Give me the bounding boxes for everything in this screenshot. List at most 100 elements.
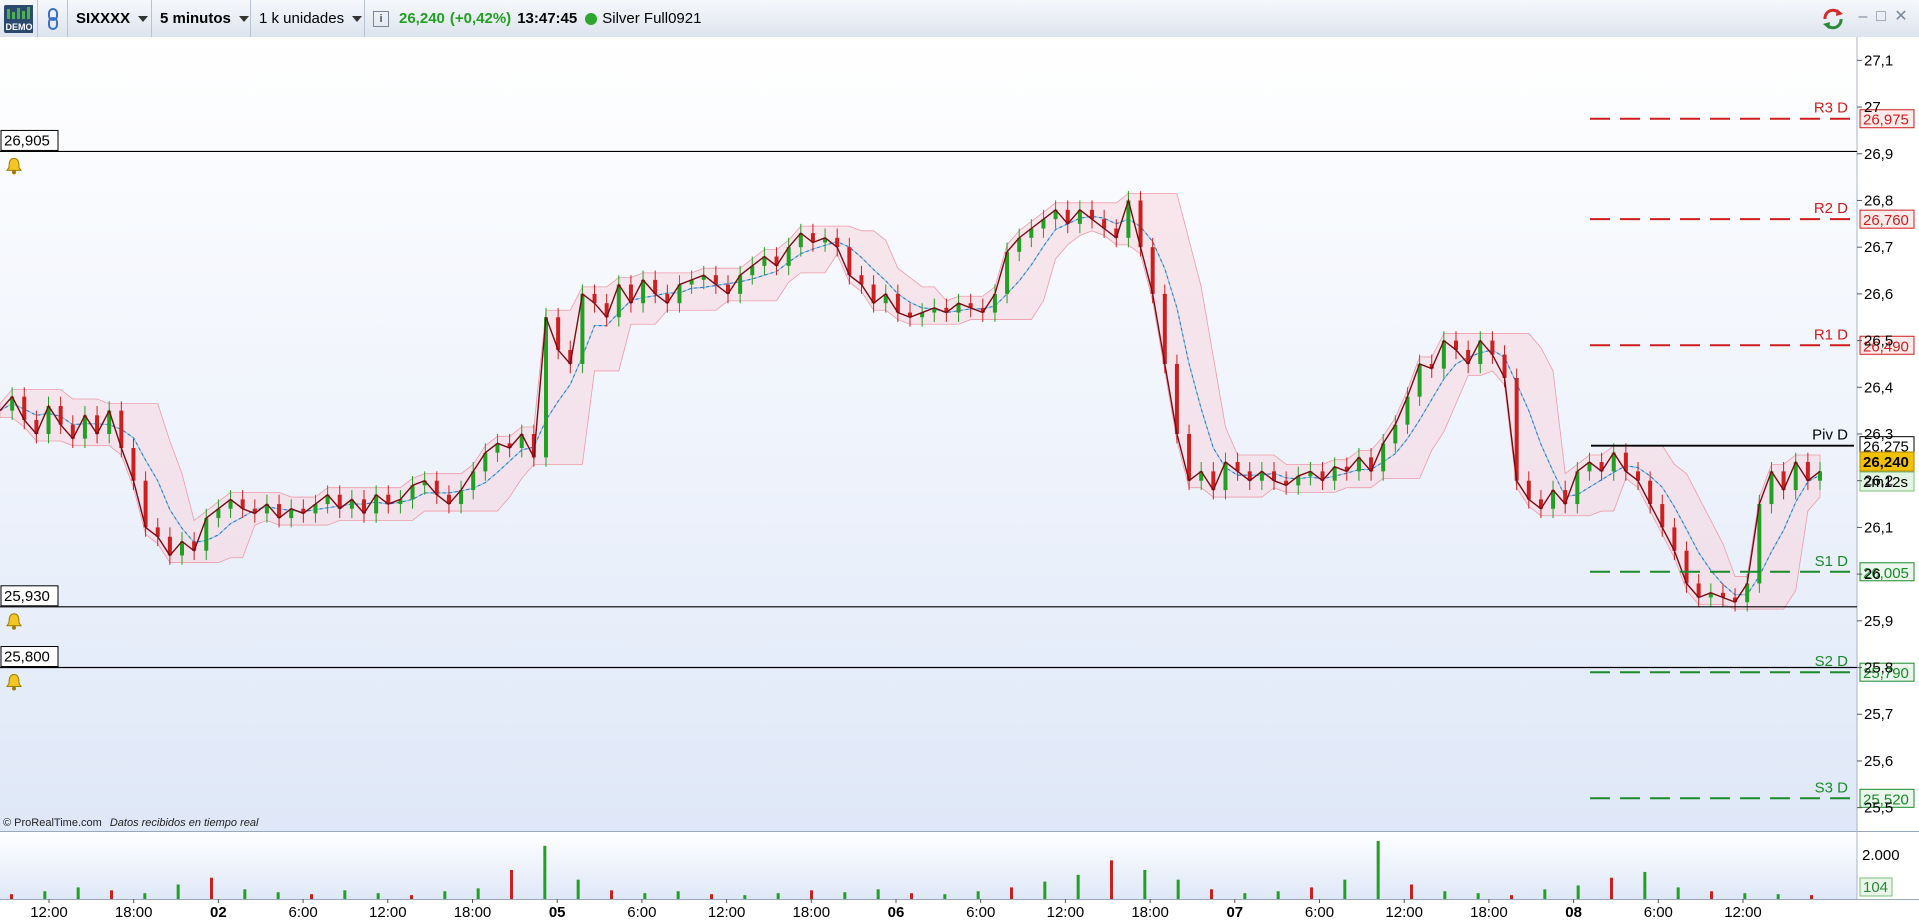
volume-bar [476, 888, 480, 899]
units-selector[interactable]: 1 k unidades [251, 0, 365, 37]
volume-last-value: 104 [1863, 879, 1888, 896]
minimize-icon[interactable]: – [1855, 9, 1871, 25]
volume-bar [1110, 860, 1113, 899]
alert-value: 25,930 [4, 588, 50, 605]
refresh-icon [1823, 8, 1843, 30]
time-tick-label: 07 [1226, 904, 1243, 921]
volume-bar [1543, 889, 1547, 899]
price-tick-label: 25,7 [1864, 706, 1893, 723]
bell-clapper [12, 625, 16, 630]
timeframe-label: 5 minutos [160, 10, 231, 27]
volume-bar [1010, 887, 1013, 899]
level-value-r2: 26,760 [1863, 212, 1909, 229]
volume-bar [1343, 879, 1347, 899]
volume-bar [276, 892, 280, 899]
price-tick-label: 26,4 [1864, 379, 1893, 396]
link-button[interactable] [38, 0, 68, 37]
volume-bar [610, 890, 613, 899]
level-label-r3: R3 D [1814, 100, 1848, 117]
time-axis: 12:00 18:00 02 6:00 12:00 18:00 05 6:00 12:00 18:… [0, 899, 1919, 921]
volume-bar [676, 891, 680, 899]
level-label-s1: S1 D [1815, 553, 1849, 570]
demo-label: DEMO [6, 22, 33, 32]
last-price: 26,240 [399, 10, 445, 27]
volume-bar [1276, 891, 1280, 899]
price-tick-label: 25,6 [1864, 753, 1893, 770]
time-tick-label: 02 [210, 904, 227, 921]
current-price-value: 26,240 [1863, 454, 1909, 471]
instrument-selector[interactable]: SIXXXX [68, 0, 152, 37]
time-tick-label: 05 [549, 904, 566, 921]
volume-bar [1443, 891, 1447, 899]
volume-bar [1676, 887, 1680, 899]
volume-bar [1376, 841, 1380, 899]
time-tick-label: 18:00 [1131, 904, 1169, 921]
volume-bar [1576, 885, 1580, 899]
volume-bar [843, 892, 847, 899]
demo-badge[interactable]: DEMO [0, 0, 38, 37]
chevron-down-icon [138, 15, 149, 22]
volume-bar [176, 884, 180, 899]
volume-bar [43, 891, 47, 899]
volume-bar [976, 891, 980, 899]
bell-clapper [12, 686, 16, 691]
units-label: 1 k unidades [259, 10, 345, 27]
volume-bar [1710, 891, 1713, 899]
price-tick-label: 26,1 [1864, 519, 1893, 536]
price-tick-label: 27 [1864, 99, 1881, 116]
time-tick-label: 12:00 [30, 904, 68, 921]
volume-bar [1176, 879, 1180, 899]
price-tick-label: 25,5 [1864, 800, 1893, 817]
time-tick-label: 18:00 [793, 904, 831, 921]
demo-icon: DEMO [4, 4, 33, 33]
price-tick-label: 27,1 [1864, 52, 1893, 69]
time-tick-label: 12:00 [708, 904, 746, 921]
volume-bar [1143, 870, 1147, 899]
timeframe-selector[interactable]: 5 minutos [152, 0, 251, 37]
chart-background [0, 37, 1857, 831]
time-tick-label: 6:00 [1644, 904, 1673, 921]
time-tick-label: 18:00 [1470, 904, 1508, 921]
alert-value: 25,800 [4, 649, 50, 666]
volume-bar [76, 887, 80, 899]
bell-clapper [12, 170, 16, 175]
maximize-icon[interactable]: □ [1873, 9, 1889, 25]
volume-panel[interactable]: 2.000 104 [0, 831, 1919, 899]
price-tick-label: 26,3 [1864, 426, 1893, 443]
volume-bar [1643, 871, 1647, 899]
time-tick-label: 6:00 [966, 904, 995, 921]
copyright-label: © ProRealTime.com [3, 817, 102, 829]
time-tick-label: 18:00 [115, 904, 153, 921]
time-tick-label: 18:00 [454, 904, 492, 921]
time-tick-label: 12:00 [1385, 904, 1423, 921]
link-icon [48, 7, 58, 30]
volume-bar [576, 879, 580, 899]
copyright-text: © ProRealTime.com Datos recibidos en tie… [3, 817, 259, 829]
volume-bar [243, 889, 247, 899]
level-label-pivot: Piv D [1812, 427, 1848, 444]
time-tick-label: 12:00 [369, 904, 407, 921]
price-tick-label: 26,5 [1864, 333, 1893, 350]
refresh-button[interactable] [1820, 7, 1846, 35]
volume-bar [876, 889, 880, 899]
volume-tick-label: 2.000 [1862, 847, 1900, 864]
account-label: Silver Full0921 [602, 10, 702, 27]
price-tick-label: 26,9 [1864, 146, 1893, 163]
instrument-label: SIXXXX [76, 10, 131, 27]
volume-bar [1076, 874, 1080, 899]
price-change: (+0,42%) [449, 10, 512, 27]
info-icon[interactable]: i [373, 10, 389, 27]
close-icon[interactable]: ✕ [1893, 9, 1909, 25]
price-chart-panel[interactable]: R3 D26,975R2 D26,760R1 D26,490Piv D26,27… [0, 37, 1919, 831]
price-tick-label: 26,6 [1864, 286, 1893, 303]
volume-bar [1310, 887, 1313, 899]
volume-bar [810, 890, 813, 899]
status-dot-icon [585, 12, 598, 25]
volume-bar [110, 890, 113, 899]
quote-time: 13:47:45 [517, 10, 578, 27]
price-tick-label: 25,8 [1864, 660, 1893, 677]
price-tick-label: 26 [1864, 566, 1881, 583]
volume-bar [1410, 884, 1413, 899]
level-label-r2: R2 D [1814, 200, 1848, 217]
volume-bar [210, 877, 213, 899]
